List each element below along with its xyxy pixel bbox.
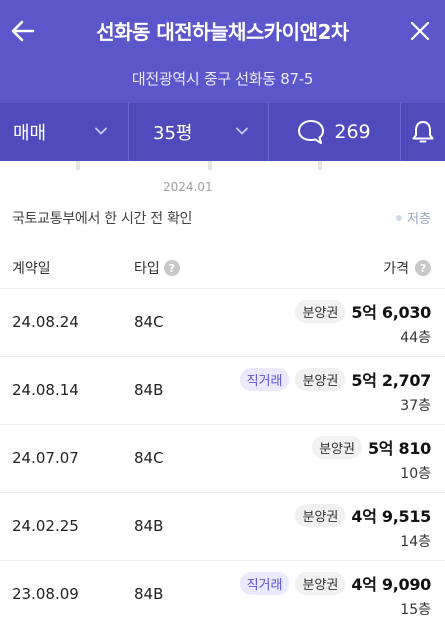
floor-legend-label: 저층: [407, 212, 431, 227]
table-row[interactable]: 24.08.14 84B 직거래 분양권 5억 2,707 37층: [0, 356, 445, 424]
direct-deal-badge: 직거래: [239, 367, 290, 391]
help-icon[interactable]: ?: [415, 260, 431, 276]
unit-type: 84B: [134, 381, 164, 399]
chevron-down-icon: [236, 127, 248, 135]
contract-date: 23.08.09: [12, 585, 79, 603]
chart-period-label: 2024.01: [163, 180, 213, 194]
price-group: 분양권 5억 810: [312, 435, 431, 459]
presale-badge: 분양권: [295, 503, 346, 527]
unit-type: 84C: [134, 313, 164, 331]
close-button[interactable]: [405, 14, 435, 48]
unit-type: 84B: [134, 585, 164, 603]
price-group: 직거래 분양권 4억 9,090: [239, 571, 431, 595]
price-value: 5억 810: [367, 439, 431, 458]
close-icon: [410, 21, 430, 41]
price-value: 5억 2,707: [351, 371, 431, 390]
header-price-label: 가격: [383, 261, 409, 277]
legend-dot-icon: [396, 214, 403, 221]
table-row[interactable]: 24.07.07 84C 분양권 5억 810 10층: [0, 424, 445, 492]
chart-tick: [318, 161, 322, 170]
price-value: 4억 9,515: [351, 507, 431, 526]
presale-badge: 분양권: [295, 571, 346, 595]
contract-date: 24.08.24: [12, 313, 79, 331]
price-group: 분양권 5억 6,030: [295, 299, 431, 323]
header-type: 타입 ?: [134, 258, 180, 278]
filter-bar: 매매 35평 269: [0, 103, 445, 161]
table-row[interactable]: 23.08.09 84B 직거래 분양권 4억 9,090 15층: [0, 560, 445, 628]
unit-type: 84B: [134, 517, 164, 535]
floor-value: 14층: [400, 534, 431, 550]
app-header: 선화동 대전하늘채스카이앤2차 대전광역시 중구 선화동 87-5: [0, 0, 445, 103]
page-title: 선화동 대전하늘채스카이앤2차: [96, 20, 349, 44]
presale-badge: 분양권: [295, 299, 346, 323]
comment-count: 269: [334, 121, 371, 143]
back-button[interactable]: [6, 14, 40, 48]
presale-badge: 분양권: [295, 367, 346, 391]
chevron-down-icon: [95, 127, 107, 135]
bell-icon: [412, 121, 433, 143]
floor-value: 10층: [400, 466, 431, 482]
floor-value: 44층: [400, 330, 431, 346]
comments-button[interactable]: 269: [268, 103, 400, 161]
price-value: 4억 9,090: [351, 575, 431, 594]
chart-tick: [208, 161, 212, 170]
arrow-left-icon: [11, 20, 35, 42]
floor-value: 37층: [400, 398, 431, 414]
price-group: 직거래 분양권 5억 2,707: [239, 367, 431, 391]
help-icon[interactable]: ?: [163, 260, 180, 276]
contract-date: 24.02.25: [12, 517, 79, 535]
notification-button[interactable]: [400, 103, 445, 161]
transaction-list: 24.08.24 84C 분양권 5억 6,030 44층 24.08.14 8…: [0, 288, 445, 628]
deal-type-label: 매매: [13, 123, 47, 144]
table-row[interactable]: 24.08.24 84C 분양권 5억 6,030 44층: [0, 288, 445, 356]
price-group: 분양권 4억 9,515: [295, 503, 431, 527]
contract-date: 24.08.14: [12, 381, 79, 399]
floor-value: 15층: [400, 602, 431, 618]
unit-type: 84C: [134, 449, 164, 467]
data-source-text: 국토교통부에서 한 시간 전 확인: [12, 211, 193, 227]
header-price: 가격 ?: [383, 258, 431, 278]
header-date: 계약일: [12, 261, 51, 277]
area-select[interactable]: 35평: [128, 103, 268, 161]
price-value: 5억 6,030: [351, 303, 431, 322]
table-header: 계약일 타입 ? 가격 ?: [0, 254, 445, 284]
floor-legend: 저층: [396, 208, 431, 227]
address-text: 대전광역시 중구 선화동 87-5: [131, 70, 314, 88]
chart-tick: [76, 161, 80, 170]
area-label: 35평: [153, 123, 193, 144]
deal-type-select[interactable]: 매매: [0, 103, 128, 161]
direct-deal-badge: 직거래: [239, 571, 290, 595]
table-row[interactable]: 24.02.25 84B 분양권 4억 9,515 14층: [0, 492, 445, 560]
speech-bubble-icon: [298, 120, 325, 144]
presale-badge: 분양권: [312, 435, 362, 459]
contract-date: 24.07.07: [12, 449, 79, 467]
header-type-label: 타입: [134, 261, 160, 277]
chart-strip: [0, 161, 445, 171]
